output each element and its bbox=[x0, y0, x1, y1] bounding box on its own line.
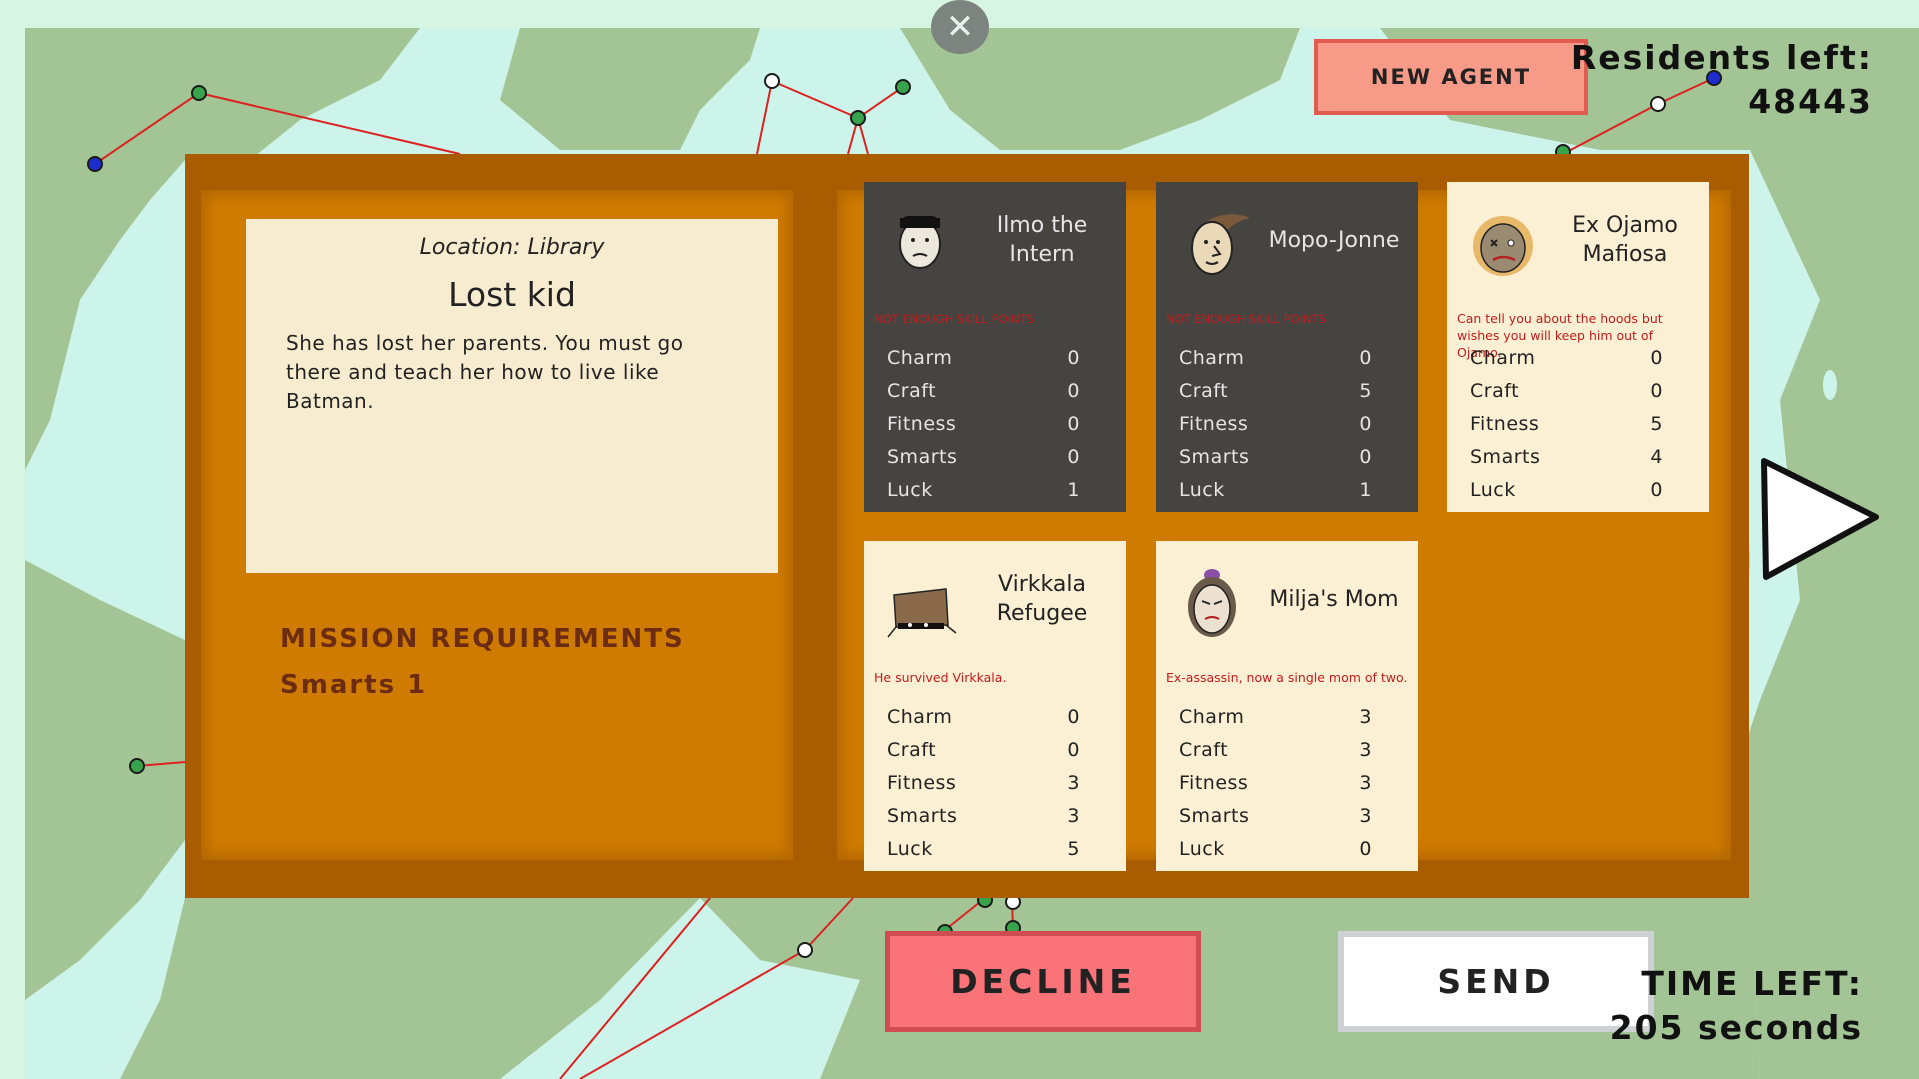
stat-row-craft: Craft 5 bbox=[1179, 380, 1372, 402]
agent-note: NOT ENOUGH SKILL POINTS bbox=[1166, 312, 1326, 326]
stat-row-luck: Luck 0 bbox=[1179, 838, 1372, 860]
stat-row-craft: Craft 0 bbox=[887, 739, 1080, 761]
stat-row-craft: Craft 0 bbox=[1470, 380, 1663, 402]
stat-row-luck: Luck 1 bbox=[1179, 479, 1372, 501]
agent-card-ilmo[interactable]: Ilmo the Intern NOT ENOUGH SKILL POINTS … bbox=[864, 182, 1126, 512]
intern-portrait-icon bbox=[899, 216, 941, 269]
close-button[interactable]: ✕ bbox=[931, 0, 989, 54]
stat-row-smarts: Smarts 0 bbox=[887, 446, 1080, 468]
stat-row-smarts: Smarts 0 bbox=[1179, 446, 1372, 468]
refugee-box-portrait-icon bbox=[887, 588, 957, 638]
mission-title: Lost kid bbox=[448, 275, 576, 314]
stat-row-fitness: Fitness 0 bbox=[887, 413, 1080, 435]
stat-row-charm: Charm 0 bbox=[887, 706, 1080, 728]
agent-stats: Charm 3 Craft 3 Fitness 3 Smarts 3 Luck 0 bbox=[1179, 701, 1372, 866]
mafiosa-portrait-icon bbox=[1473, 216, 1533, 276]
mission-location: Location: Library bbox=[419, 235, 605, 260]
agent-note: He survived Virkkala. bbox=[874, 670, 1007, 685]
play-arrow-icon[interactable] bbox=[1758, 455, 1882, 583]
residents-counter: Residents left: 48443 bbox=[1571, 36, 1873, 124]
agent-stats: Charm 0 Craft 5 Fitness 0 Smarts 0 Luck 1 bbox=[1179, 342, 1372, 507]
close-icon: ✕ bbox=[945, 7, 975, 47]
agent-name: Virkkala Refugee bbox=[996, 572, 1088, 626]
stat-row-craft: Craft 3 bbox=[1179, 739, 1372, 761]
residents-value: 48443 bbox=[1748, 82, 1873, 121]
stat-row-craft: Craft 0 bbox=[887, 380, 1080, 402]
stat-row-charm: Charm 0 bbox=[1470, 347, 1663, 369]
agent-stats: Charm 0 Craft 0 Fitness 0 Smarts 0 Luck 1 bbox=[887, 342, 1080, 507]
mopo-jonne-portrait-icon bbox=[1191, 214, 1250, 275]
agent-stats: Charm 0 Craft 0 Fitness 3 Smarts 3 Luck 5 bbox=[887, 701, 1080, 866]
time-left-counter: TIME LEFT: 205 seconds bbox=[1610, 962, 1863, 1050]
stat-row-smarts: Smarts 4 bbox=[1470, 446, 1663, 468]
stat-row-charm: Charm 3 bbox=[1179, 706, 1372, 728]
mission-requirements-title: MISSION REQUIREMENTS bbox=[280, 624, 685, 654]
agent-stats: Charm 0 Craft 0 Fitness 5 Smarts 4 Luck 0 bbox=[1470, 342, 1663, 507]
new-agent-button[interactable]: NEW AGENT bbox=[1314, 39, 1588, 115]
stat-row-luck: Luck 5 bbox=[887, 838, 1080, 860]
stat-row-fitness: Fitness 5 bbox=[1470, 413, 1663, 435]
agent-name: Ex Ojamo Mafiosa bbox=[1572, 213, 1678, 267]
mission-requirements-value: Smarts 1 bbox=[280, 670, 428, 700]
time-left-value: 205 seconds bbox=[1609, 1008, 1863, 1047]
stat-row-luck: Luck 1 bbox=[887, 479, 1080, 501]
agent-card-miljas-mom[interactable]: Milja's Mom Ex-assassin, now a single mo… bbox=[1156, 541, 1418, 871]
mom-portrait-icon bbox=[1188, 569, 1236, 637]
stat-row-smarts: Smarts 3 bbox=[1179, 805, 1372, 827]
stat-row-fitness: Fitness 3 bbox=[1179, 772, 1372, 794]
stat-row-luck: Luck 0 bbox=[1470, 479, 1663, 501]
stat-row-fitness: Fitness 3 bbox=[887, 772, 1080, 794]
agent-name: Mopo-Jonne bbox=[1268, 227, 1400, 253]
stat-row-charm: Charm 0 bbox=[1179, 347, 1372, 369]
agent-note: NOT ENOUGH SKILL POINTS bbox=[874, 312, 1034, 326]
agent-card-mopo-jonne[interactable]: Mopo-Jonne NOT ENOUGH SKILL POINTS Charm… bbox=[1156, 182, 1418, 512]
residents-label: Residents left: bbox=[1570, 38, 1873, 77]
stat-row-fitness: Fitness 0 bbox=[1179, 413, 1372, 435]
agent-card-virkkala-refugee[interactable]: Virkkala Refugee He survived Virkkala. C… bbox=[864, 541, 1126, 871]
mission-panel: Location: Library Lost kid She has lost … bbox=[185, 154, 1749, 898]
agent-name: Ilmo the Intern bbox=[996, 213, 1088, 267]
decline-button[interactable]: DECLINE bbox=[885, 931, 1201, 1032]
send-button[interactable]: SEND bbox=[1338, 931, 1654, 1032]
stat-row-charm: Charm 0 bbox=[887, 347, 1080, 369]
agent-note: Ex-assassin, now a single mom of two. bbox=[1166, 670, 1408, 685]
mission-card: Location: Library Lost kid She has lost … bbox=[246, 219, 778, 573]
agent-card-ex-ojamo-mafiosa[interactable]: Ex Ojamo Mafiosa Can tell you about the … bbox=[1447, 182, 1709, 512]
stat-row-smarts: Smarts 3 bbox=[887, 805, 1080, 827]
agent-name: Milja's Mom bbox=[1269, 586, 1399, 612]
mission-description: She has lost her parents. You must go th… bbox=[286, 331, 684, 413]
time-left-label: TIME LEFT: bbox=[1641, 964, 1863, 1003]
